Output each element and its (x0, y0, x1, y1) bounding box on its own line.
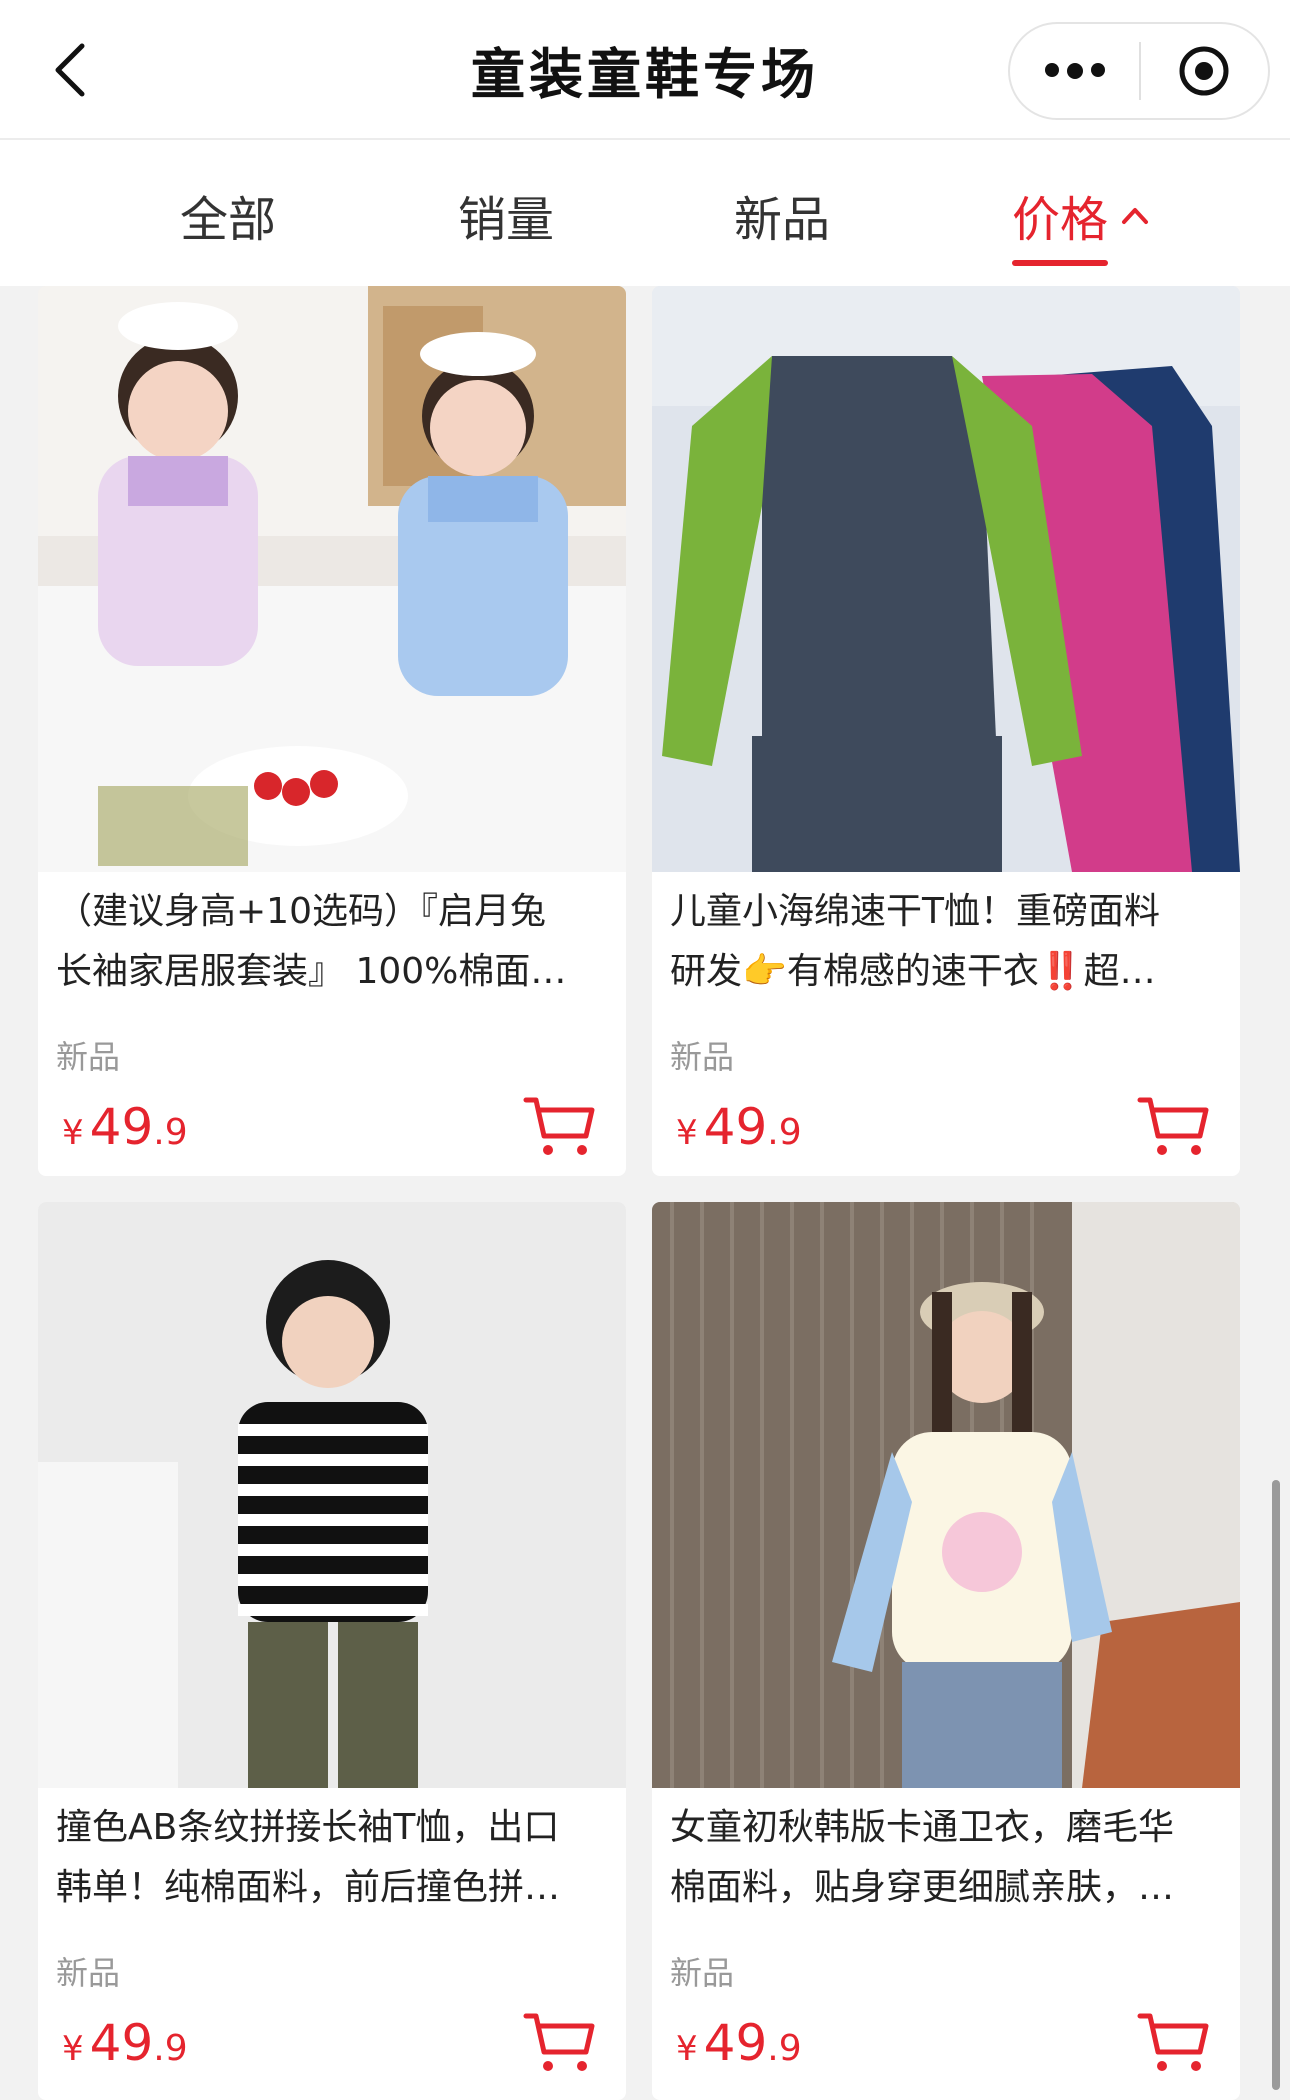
tab-label: 全部 (180, 192, 277, 248)
product-title[interactable]: 儿童小海绵速干T恤！重磅面料 研发👉有棉感的速干衣‼️超… (670, 882, 1218, 1002)
mini-program-capsule (1008, 22, 1270, 120)
currency-symbol: ¥ (676, 1113, 698, 1153)
tab-sales[interactable]: 销量 (458, 180, 554, 250)
product-card[interactable]: 女童初秋韩版卡通卫衣，磨毛华 棉面料，贴身穿更细腻亲肤，… 新品 ¥ 49 .9 (652, 1202, 1240, 2100)
product-title[interactable]: 女童初秋韩版卡通卫衣，磨毛华 棉面料，贴身穿更细腻亲肤，… (670, 1798, 1218, 1918)
price-decimal: .9 (767, 1112, 802, 1153)
more-dots-icon (1044, 63, 1105, 79)
product-image[interactable] (652, 1202, 1240, 1788)
target-icon (1179, 46, 1229, 96)
cart-icon (1137, 2013, 1209, 2071)
price-decimal: .9 (153, 1112, 188, 1153)
chevron-up-icon (1122, 208, 1149, 224)
currency-symbol: ¥ (676, 2029, 698, 2069)
product-card[interactable]: 儿童小海绵速干T恤！重磅面料 研发👉有棉感的速干衣‼️超… 新品 ¥ 49 .9 (652, 286, 1240, 1176)
product-price: ¥ 49 .9 (676, 1098, 802, 1156)
product-price: ¥ 49 .9 (62, 2014, 188, 2072)
product-title[interactable]: （建议身高+10选码）『启月兔 长袖家居服套装』 100%棉面… (56, 882, 604, 1002)
product-title-line: 研发👉有棉感的速干衣‼️超… (670, 951, 1156, 992)
price-decimal: .9 (767, 2028, 802, 2069)
price-integer: 49 (703, 2014, 768, 2072)
product-title-line: （建议身高+10选码）『启月兔 (56, 891, 546, 932)
price-decimal: .9 (153, 2028, 188, 2069)
product-price: ¥ 49 .9 (676, 2014, 802, 2072)
product-image[interactable] (652, 286, 1240, 872)
active-tab-indicator (1012, 260, 1108, 266)
add-to-cart-button[interactable] (522, 1094, 598, 1158)
product-title-line: 韩单！纯棉面料，前后撞色拼… (56, 1867, 561, 1908)
tab-price[interactable]: 价格 (1012, 180, 1150, 250)
product-title-line: 儿童小海绵速干T恤！重磅面料 (670, 891, 1160, 932)
product-title-line: 女童初秋韩版卡通卫衣，磨毛华 (670, 1807, 1175, 1848)
tab-all[interactable]: 全部 (180, 180, 276, 250)
price-integer: 49 (89, 2014, 154, 2072)
currency-symbol: ¥ (62, 1113, 84, 1153)
new-badge: 新品 (56, 1954, 121, 1992)
price-integer: 49 (89, 1098, 154, 1156)
new-badge: 新品 (670, 1954, 735, 1992)
close-mini-program-button[interactable] (1141, 24, 1268, 118)
more-button[interactable] (1010, 24, 1139, 118)
currency-symbol: ¥ (62, 2029, 84, 2069)
product-title-line: 棉面料，贴身穿更细腻亲肤，… (670, 1867, 1175, 1908)
product-image[interactable] (38, 1202, 626, 1788)
product-card[interactable]: （建议身高+10选码）『启月兔 长袖家居服套装』 100%棉面… 新品 ¥ 49… (38, 286, 626, 1176)
price-integer: 49 (703, 1098, 768, 1156)
tab-label: 销量 (458, 192, 555, 248)
tab-new[interactable]: 新品 (734, 180, 830, 250)
add-to-cart-button[interactable] (1136, 1094, 1212, 1158)
tab-label: 新品 (734, 192, 831, 248)
new-badge: 新品 (56, 1038, 121, 1076)
new-badge: 新品 (670, 1038, 735, 1076)
product-title-line: 长袖家居服套装』 100%棉面… (56, 951, 567, 992)
sort-tabs: 全部 销量 新品 价格 (0, 138, 1290, 286)
product-price: ¥ 49 .9 (62, 1098, 188, 1156)
cart-icon (1137, 1097, 1209, 1155)
nav-bar: 童装童鞋专场 (0, 0, 1290, 138)
cart-icon (523, 1097, 595, 1155)
product-card[interactable]: 撞色AB条纹拼接长袖T恤，出口 韩单！纯棉面料，前后撞色拼… 新品 ¥ 49 .… (38, 1202, 626, 2100)
add-to-cart-button[interactable] (522, 2010, 598, 2074)
scrollbar[interactable] (1272, 1480, 1280, 2090)
cart-icon (523, 2013, 595, 2071)
product-title-line: 撞色AB条纹拼接长袖T恤，出口 (56, 1807, 560, 1848)
tab-label: 价格 (1012, 192, 1109, 248)
product-image[interactable] (38, 286, 626, 872)
add-to-cart-button[interactable] (1136, 2010, 1212, 2074)
product-title[interactable]: 撞色AB条纹拼接长袖T恤，出口 韩单！纯棉面料，前后撞色拼… (56, 1798, 604, 1918)
